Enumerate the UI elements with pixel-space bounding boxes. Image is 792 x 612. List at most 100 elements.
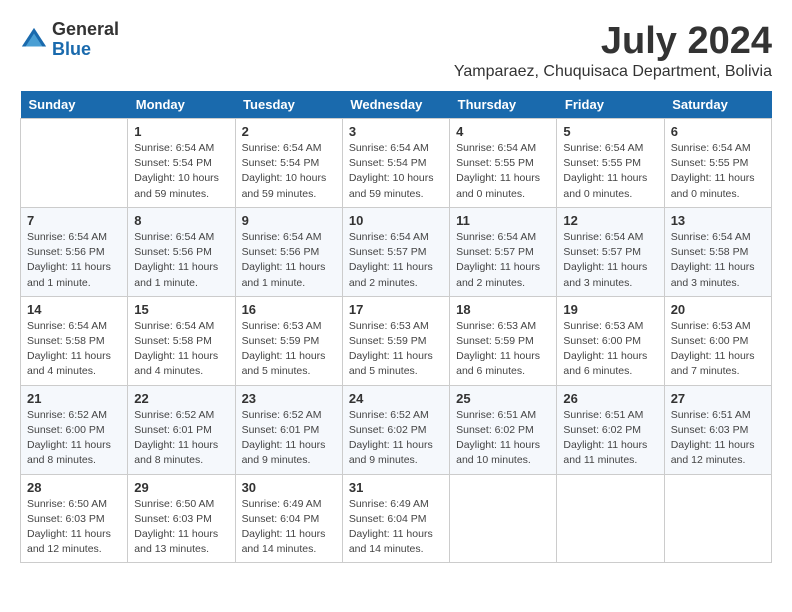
day-info: Sunrise: 6:52 AM Sunset: 6:00 PM Dayligh… xyxy=(27,408,121,469)
day-info: Sunrise: 6:54 AM Sunset: 5:58 PM Dayligh… xyxy=(27,319,121,380)
calendar-header-row: SundayMondayTuesdayWednesdayThursdayFrid… xyxy=(21,91,772,119)
calendar-cell: 12 Sunrise: 6:54 AM Sunset: 5:57 PM Dayli… xyxy=(557,207,664,296)
day-info: Sunrise: 6:53 AM Sunset: 5:59 PM Dayligh… xyxy=(242,319,336,380)
day-number: 29 xyxy=(134,480,228,495)
logo-text: General Blue xyxy=(52,20,119,60)
calendar-cell xyxy=(21,119,128,208)
day-info: Sunrise: 6:50 AM Sunset: 6:03 PM Dayligh… xyxy=(27,497,121,558)
calendar-cell: 29 Sunrise: 6:50 AM Sunset: 6:03 PM Dayli… xyxy=(128,474,235,563)
calendar-cell: 18 Sunrise: 6:53 AM Sunset: 5:59 PM Dayli… xyxy=(450,296,557,385)
day-info: Sunrise: 6:54 AM Sunset: 5:57 PM Dayligh… xyxy=(456,230,550,291)
day-number: 15 xyxy=(134,302,228,317)
day-number: 12 xyxy=(563,213,657,228)
day-number: 16 xyxy=(242,302,336,317)
calendar-cell: 6 Sunrise: 6:54 AM Sunset: 5:55 PM Daylig… xyxy=(664,119,771,208)
calendar-cell: 22Sunrise: 6:52 AM Sunset: 6:01 PM Dayli… xyxy=(128,385,235,474)
day-info: Sunrise: 6:50 AM Sunset: 6:03 PM Dayligh… xyxy=(134,497,228,558)
calendar-cell: 2 Sunrise: 6:54 AM Sunset: 5:54 PM Daylig… xyxy=(235,119,342,208)
day-number: 18 xyxy=(456,302,550,317)
day-number: 31 xyxy=(349,480,443,495)
day-header-tuesday: Tuesday xyxy=(235,91,342,119)
day-info: Sunrise: 6:54 AM Sunset: 5:55 PM Dayligh… xyxy=(456,141,550,202)
day-info: Sunrise: 6:53 AM Sunset: 6:00 PM Dayligh… xyxy=(671,319,765,380)
day-number: 10 xyxy=(349,213,443,228)
logo-icon xyxy=(20,26,48,54)
day-number: 17 xyxy=(349,302,443,317)
calendar-cell xyxy=(664,474,771,563)
calendar-cell: 15 Sunrise: 6:54 AM Sunset: 5:58 PM Dayli… xyxy=(128,296,235,385)
day-info: Sunrise: 6:54 AM Sunset: 5:58 PM Dayligh… xyxy=(134,319,228,380)
day-info: Sunrise: 6:52 AM Sunset: 6:01 PM Dayligh… xyxy=(134,408,228,469)
logo: General Blue xyxy=(20,20,119,60)
calendar-cell: 23 Sunrise: 6:52 AM Sunset: 6:01 PM Dayli… xyxy=(235,385,342,474)
day-info: Sunrise: 6:52 AM Sunset: 6:02 PM Dayligh… xyxy=(349,408,443,469)
day-info: Sunrise: 6:53 AM Sunset: 5:59 PM Dayligh… xyxy=(456,319,550,380)
month-year-title: July 2024 xyxy=(454,20,772,63)
day-number: 14 xyxy=(27,302,121,317)
page-header: General Blue July 2024 Yamparaez, Chuqui… xyxy=(20,20,772,81)
calendar-cell: 24 Sunrise: 6:52 AM Sunset: 6:02 PM Dayli… xyxy=(342,385,449,474)
day-header-wednesday: Wednesday xyxy=(342,91,449,119)
day-info: Sunrise: 6:54 AM Sunset: 5:54 PM Dayligh… xyxy=(242,141,336,202)
day-number: 5 xyxy=(563,124,657,139)
day-info: Sunrise: 6:54 AM Sunset: 5:57 PM Dayligh… xyxy=(563,230,657,291)
day-info: Sunrise: 6:54 AM Sunset: 5:55 PM Dayligh… xyxy=(563,141,657,202)
day-number: 23 xyxy=(242,391,336,406)
day-number: 27 xyxy=(671,391,765,406)
day-number: 11 xyxy=(456,213,550,228)
day-number: 4 xyxy=(456,124,550,139)
day-number: 2 xyxy=(242,124,336,139)
calendar-week-row: 14 Sunrise: 6:54 AM Sunset: 5:58 PM Dayli… xyxy=(21,296,772,385)
calendar-cell: 28 Sunrise: 6:50 AM Sunset: 6:03 PM Dayli… xyxy=(21,474,128,563)
calendar-cell: 26 Sunrise: 6:51 AM Sunset: 6:02 PM Dayli… xyxy=(557,385,664,474)
calendar-cell: 9 Sunrise: 6:54 AM Sunset: 5:56 PM Daylig… xyxy=(235,207,342,296)
calendar-cell: 17Sunrise: 6:53 AM Sunset: 5:59 PM Dayli… xyxy=(342,296,449,385)
day-number: 21 xyxy=(27,391,121,406)
calendar-cell xyxy=(450,474,557,563)
day-number: 26 xyxy=(563,391,657,406)
logo-general-text: General xyxy=(52,20,119,40)
day-info: Sunrise: 6:54 AM Sunset: 5:56 PM Dayligh… xyxy=(242,230,336,291)
day-info: Sunrise: 6:49 AM Sunset: 6:04 PM Dayligh… xyxy=(242,497,336,558)
day-number: 1 xyxy=(134,124,228,139)
day-info: Sunrise: 6:52 AM Sunset: 6:01 PM Dayligh… xyxy=(242,408,336,469)
day-info: Sunrise: 6:54 AM Sunset: 5:57 PM Dayligh… xyxy=(349,230,443,291)
title-area: July 2024 Yamparaez, Chuquisaca Departme… xyxy=(454,20,772,81)
day-number: 30 xyxy=(242,480,336,495)
calendar-cell: 3Sunrise: 6:54 AM Sunset: 5:54 PM Daylig… xyxy=(342,119,449,208)
day-header-thursday: Thursday xyxy=(450,91,557,119)
day-number: 20 xyxy=(671,302,765,317)
day-info: Sunrise: 6:54 AM Sunset: 5:56 PM Dayligh… xyxy=(134,230,228,291)
calendar-cell: 25Sunrise: 6:51 AM Sunset: 6:02 PM Dayli… xyxy=(450,385,557,474)
day-number: 24 xyxy=(349,391,443,406)
day-number: 13 xyxy=(671,213,765,228)
calendar-table: SundayMondayTuesdayWednesdayThursdayFrid… xyxy=(20,91,772,563)
day-info: Sunrise: 6:54 AM Sunset: 5:56 PM Dayligh… xyxy=(27,230,121,291)
calendar-cell: 10 Sunrise: 6:54 AM Sunset: 5:57 PM Dayli… xyxy=(342,207,449,296)
day-info: Sunrise: 6:51 AM Sunset: 6:02 PM Dayligh… xyxy=(563,408,657,469)
calendar-cell: 20 Sunrise: 6:53 AM Sunset: 6:00 PM Dayli… xyxy=(664,296,771,385)
calendar-cell: 4 Sunrise: 6:54 AM Sunset: 5:55 PM Daylig… xyxy=(450,119,557,208)
calendar-cell: 11 Sunrise: 6:54 AM Sunset: 5:57 PM Dayli… xyxy=(450,207,557,296)
day-info: Sunrise: 6:54 AM Sunset: 5:54 PM Dayligh… xyxy=(349,141,443,202)
calendar-cell: 16 Sunrise: 6:53 AM Sunset: 5:59 PM Dayli… xyxy=(235,296,342,385)
calendar-cell: 7Sunrise: 6:54 AM Sunset: 5:56 PM Daylig… xyxy=(21,207,128,296)
day-header-saturday: Saturday xyxy=(664,91,771,119)
day-header-friday: Friday xyxy=(557,91,664,119)
calendar-cell: 19 Sunrise: 6:53 AM Sunset: 6:00 PM Dayli… xyxy=(557,296,664,385)
calendar-week-row: 7Sunrise: 6:54 AM Sunset: 5:56 PM Daylig… xyxy=(21,207,772,296)
day-info: Sunrise: 6:54 AM Sunset: 5:55 PM Dayligh… xyxy=(671,141,765,202)
day-number: 19 xyxy=(563,302,657,317)
calendar-cell: 31Sunrise: 6:49 AM Sunset: 6:04 PM Dayli… xyxy=(342,474,449,563)
day-number: 6 xyxy=(671,124,765,139)
day-number: 9 xyxy=(242,213,336,228)
calendar-cell: 14 Sunrise: 6:54 AM Sunset: 5:58 PM Dayli… xyxy=(21,296,128,385)
calendar-week-row: 28 Sunrise: 6:50 AM Sunset: 6:03 PM Dayli… xyxy=(21,474,772,563)
calendar-week-row: 1 Sunrise: 6:54 AM Sunset: 5:54 PM Daylig… xyxy=(21,119,772,208)
calendar-cell: 21 Sunrise: 6:52 AM Sunset: 6:00 PM Dayli… xyxy=(21,385,128,474)
day-number: 28 xyxy=(27,480,121,495)
day-info: Sunrise: 6:53 AM Sunset: 6:00 PM Dayligh… xyxy=(563,319,657,380)
day-number: 8 xyxy=(134,213,228,228)
calendar-cell: 1Sunrise: 6:54 AM Sunset: 5:54 PM Daylig… xyxy=(128,119,235,208)
calendar-cell: 13Sunrise: 6:54 AM Sunset: 5:58 PM Dayli… xyxy=(664,207,771,296)
